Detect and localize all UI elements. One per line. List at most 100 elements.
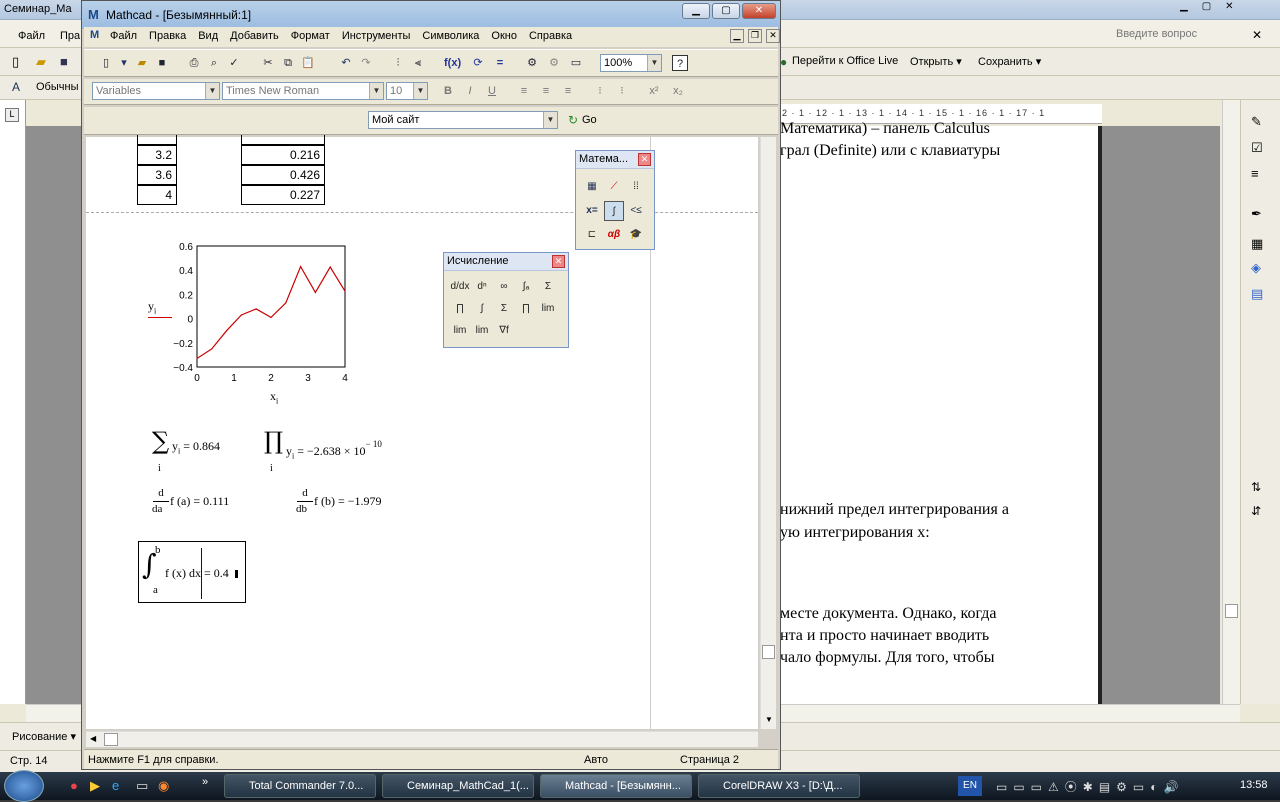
doc-minimize-button[interactable]: ▁ xyxy=(730,29,744,43)
product-icon[interactable]: ∏ xyxy=(516,299,536,319)
greek-icon[interactable]: αβ xyxy=(604,225,624,245)
start-button[interactable] xyxy=(4,770,44,802)
more-icon[interactable]: » xyxy=(202,776,208,788)
copy-icon[interactable]: ⧉ xyxy=(280,55,296,71)
pen-icon[interactable]: ✒ xyxy=(1251,206,1262,222)
mathcad-vertical-scrollbar[interactable]: ▼ xyxy=(760,137,776,729)
component-icon[interactable]: ⚙ xyxy=(546,55,562,71)
symbolic-icon[interactable]: 🎓 xyxy=(626,225,646,245)
task-total-commander[interactable]: Total Commander 7.0... xyxy=(224,774,376,798)
derivative-icon[interactable]: d/dx xyxy=(450,277,470,297)
cut-icon[interactable]: ✂ xyxy=(260,55,276,71)
go-button[interactable]: Go xyxy=(582,114,597,126)
calculus-palette[interactable]: Исчисление ✕ d/dx dⁿ ∞ ∫ₐ Σ ∏ ∫ Σ ∏ lim … xyxy=(443,252,569,348)
subscript-icon[interactable]: x₂ xyxy=(670,83,686,99)
paste-icon[interactable]: 📋 xyxy=(300,55,316,71)
menu-help[interactable]: Справка xyxy=(529,30,572,42)
math-palette-close-icon[interactable]: ✕ xyxy=(638,153,651,166)
check-icon[interactable]: ☑ xyxy=(1251,140,1263,156)
limit-right-icon[interactable]: lim xyxy=(450,321,470,341)
save-menu[interactable]: Сохранить ▾ xyxy=(978,55,1041,68)
spellcheck-icon[interactable]: ✓ xyxy=(226,55,242,71)
site-combo[interactable]: Мой сайт ▼ xyxy=(368,111,558,129)
integral-region[interactable]: ∫ b a f (x) dx = 0.4 xyxy=(138,541,246,603)
italic-icon[interactable]: I xyxy=(462,83,478,99)
scroll-down-icon[interactable]: ▼ xyxy=(765,715,773,724)
calculus-toggle-icon[interactable]: ∫ xyxy=(604,201,624,221)
range-product-icon[interactable]: ∏ xyxy=(450,299,470,319)
mathcad-minimize-button[interactable]: ▁ xyxy=(682,3,710,19)
menu-tools[interactable]: Инструменты xyxy=(342,30,411,42)
xy-plot[interactable]: 0.6 0.4 0.2 0 −0.2 −0.4 0 1 2 3 4 xyxy=(136,237,366,409)
sum-expression[interactable]: yi = 0.864 xyxy=(172,439,220,455)
calculus-palette-close-icon[interactable]: ✕ xyxy=(552,255,565,268)
menu-edit[interactable]: Правка xyxy=(149,30,186,42)
open-icon[interactable]: ▰ xyxy=(134,55,150,71)
fill-icon[interactable]: ◈ xyxy=(1251,260,1261,276)
size-combo[interactable]: 10 ▼ xyxy=(386,82,428,100)
resources-icon[interactable]: ⚙ xyxy=(524,55,540,71)
undo-icon[interactable]: ↶ xyxy=(338,55,354,71)
matrix-icon[interactable]: ⁞⁞ xyxy=(626,177,646,197)
align-center-icon[interactable]: ≡ xyxy=(538,83,554,99)
bullets-icon[interactable]: ⁝ xyxy=(592,83,608,99)
indefinite-integral-icon[interactable]: ∫ xyxy=(472,299,492,319)
sum-icon[interactable]: Σ xyxy=(494,299,514,319)
mathcad-maximize-button[interactable]: ▢ xyxy=(712,3,740,19)
deriv-b-expression[interactable]: f (b) = −1.979 xyxy=(314,494,382,509)
definite-integral-icon[interactable]: ∫ₐ xyxy=(516,277,536,297)
align-left-icon[interactable]: ≡ xyxy=(516,83,532,99)
quicklaunch-icon[interactable]: ● xyxy=(70,778,78,793)
new-icon[interactable]: ▯ xyxy=(98,55,114,71)
menu-format[interactable]: Формат xyxy=(291,30,330,42)
deriv-a-expression[interactable]: f (a) = 0.111 xyxy=(170,494,229,509)
word-menu-file[interactable]: Файл xyxy=(18,30,45,42)
new-doc-icon[interactable]: ▯ xyxy=(12,54,19,70)
align-right-icon[interactable]: ≡ xyxy=(560,83,576,99)
align-icon[interactable]: ⫶ xyxy=(390,55,406,71)
save-icon[interactable]: ■ xyxy=(60,54,68,69)
menu-insert[interactable]: Добавить xyxy=(230,30,279,42)
sort-asc-icon[interactable]: ⇅ xyxy=(1251,480,1261,494)
table-icon[interactable]: ▤ xyxy=(1251,286,1263,302)
numbering-icon[interactable]: ⁝ xyxy=(614,83,630,99)
insert-unit-icon[interactable]: ⟳ xyxy=(470,55,486,71)
graph-icon[interactable]: ⟋ xyxy=(604,177,624,197)
menu-window[interactable]: Окно xyxy=(491,30,517,42)
scroll-thumb[interactable] xyxy=(762,645,775,659)
align-down-icon[interactable]: ⫷ xyxy=(410,55,426,71)
word-scroll-thumb[interactable] xyxy=(1225,604,1238,618)
menu-symbolics[interactable]: Символика xyxy=(422,30,479,42)
style-combo[interactable]: Обычны xyxy=(36,81,78,93)
calculator-icon[interactable]: ▦ xyxy=(582,177,602,197)
task-word-doc[interactable]: Семинар_MathCad_1(... xyxy=(382,774,534,798)
mathcad-horizontal-scrollbar[interactable]: ◀ xyxy=(86,731,758,747)
edit-icon[interactable]: ✎ xyxy=(1251,114,1262,130)
word-close-doc-icon[interactable]: ✕ xyxy=(1252,28,1262,42)
menu-view[interactable]: Вид xyxy=(198,30,218,42)
print-preview-icon[interactable]: ⌕ xyxy=(206,55,222,71)
task-coreldraw[interactable]: CorelDRAW X3 - [D:\Д... xyxy=(698,774,860,798)
hscroll-thumb[interactable] xyxy=(104,733,118,746)
tab-selector[interactable]: L xyxy=(5,108,19,122)
styles-icon[interactable]: A xyxy=(12,80,20,94)
nth-derivative-icon[interactable]: dⁿ xyxy=(472,277,492,297)
limit-icon[interactable]: lim xyxy=(538,299,558,319)
evaluation-icon[interactable]: x= xyxy=(582,201,602,221)
calculate-icon[interactable]: = xyxy=(492,55,508,71)
ie-icon[interactable]: e xyxy=(112,778,119,793)
task-mathcad[interactable]: Mathcad - [Безымянн... xyxy=(540,774,692,798)
help-icon[interactable]: ? xyxy=(672,55,688,71)
doc-close-button[interactable]: ✕ xyxy=(766,29,780,43)
doc-restore-button[interactable]: ❐ xyxy=(748,29,762,43)
style-combo[interactable]: Variables ▼ xyxy=(92,82,220,100)
limit-left-icon[interactable]: lim xyxy=(472,321,492,341)
lines-icon[interactable]: ≡ xyxy=(1251,166,1259,181)
boolean-icon[interactable]: <≤ xyxy=(626,201,646,221)
worksheet[interactable]: 3.2 3.6 4 0.216 0.426 0.227 0.6 0.4 0.2 0 −0… xyxy=(86,135,758,729)
firefox-icon[interactable]: ◉ xyxy=(158,778,169,794)
insert-region-icon[interactable]: ▭ xyxy=(568,55,584,71)
scroll-left-icon[interactable]: ◀ xyxy=(90,734,96,743)
tray-icons[interactable]: ▭▭▭⚠⦿✱▤⚙▭◐🔊 xyxy=(996,778,1184,795)
word-menu-edit[interactable]: Пра xyxy=(60,30,80,42)
